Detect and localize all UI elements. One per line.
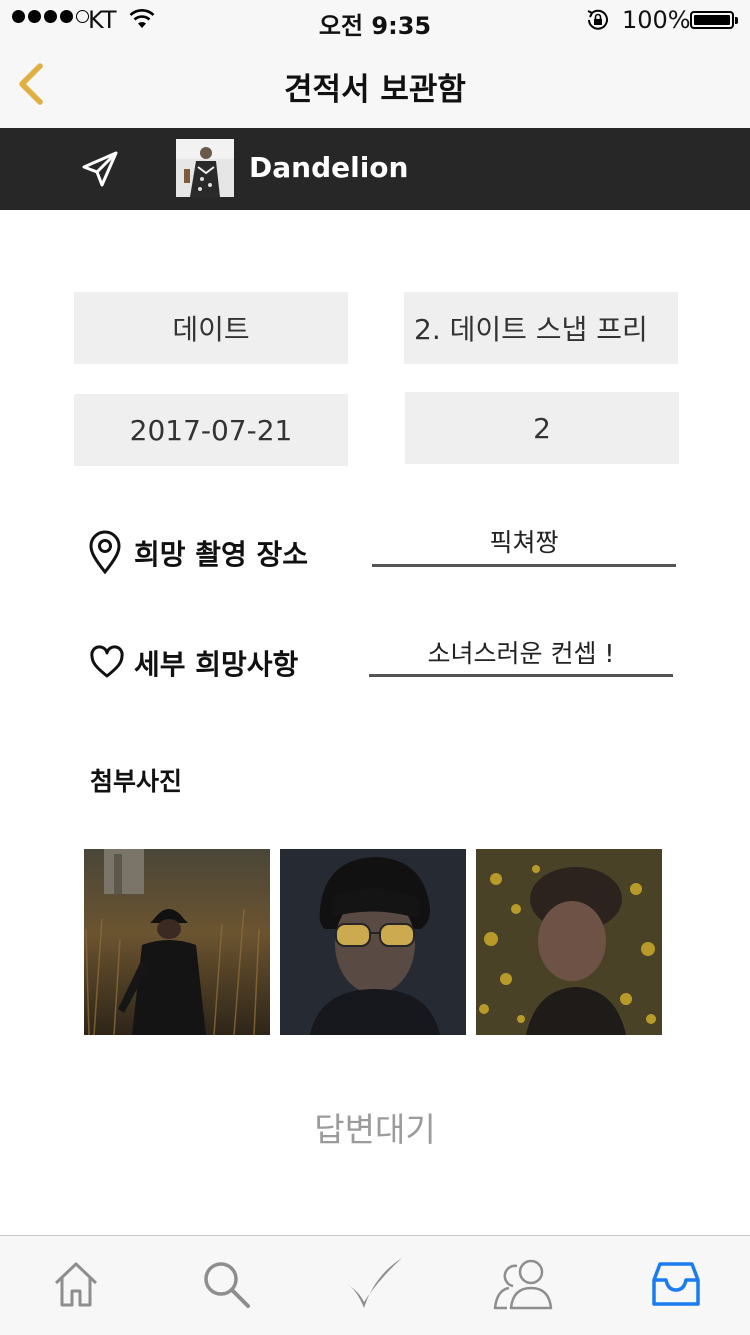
users-icon xyxy=(493,1259,553,1310)
location-value: 픽쳐짱 xyxy=(489,528,559,557)
count-field: 2 xyxy=(405,392,679,464)
tab-search[interactable] xyxy=(190,1248,262,1320)
answer-status: 답변대기 xyxy=(314,1110,436,1149)
battery-percent: 100% xyxy=(622,6,691,34)
location-underline xyxy=(372,564,676,567)
check-icon xyxy=(346,1258,402,1308)
status-bar: KT 오전 9:35 100% xyxy=(0,0,750,40)
home-icon xyxy=(54,1262,98,1307)
map-pin-icon xyxy=(89,530,121,574)
search-icon xyxy=(204,1262,250,1308)
nav-bar: 견적서 보관함 xyxy=(0,40,750,128)
attachment-photo-1[interactable] xyxy=(84,849,270,1035)
attachment-photo-2[interactable] xyxy=(280,849,466,1035)
page-title: 견적서 보관함 xyxy=(284,72,466,108)
heart-icon xyxy=(90,645,124,678)
paper-plane-icon[interactable] xyxy=(80,149,120,189)
details-underline xyxy=(369,674,673,677)
battery-icon xyxy=(690,11,738,29)
package-field: 2. 데이트 스냅 프리 xyxy=(404,292,678,364)
date-field: 2017-07-21 xyxy=(74,394,348,466)
category-field: 데이트 xyxy=(74,292,348,364)
tab-check[interactable] xyxy=(338,1248,410,1320)
attachments-label: 첨부사진 xyxy=(90,767,183,796)
tab-users[interactable] xyxy=(488,1248,560,1320)
avatar[interactable] xyxy=(176,139,234,197)
tab-home[interactable] xyxy=(40,1248,112,1320)
tab-bar xyxy=(0,1235,750,1335)
attachment-photo-3[interactable] xyxy=(476,849,662,1035)
tab-inbox[interactable] xyxy=(640,1248,712,1320)
profile-bar: Dandelion xyxy=(0,128,750,210)
inbox-icon xyxy=(652,1262,700,1306)
rotation-lock-icon xyxy=(587,9,608,30)
location-label: 희망 촬영 장소 xyxy=(134,538,309,571)
profile-name: Dandelion xyxy=(249,151,409,184)
details-label: 세부 희망사항 xyxy=(134,648,299,681)
details-value: 소녀스러운 컨셉 ! xyxy=(427,639,615,668)
